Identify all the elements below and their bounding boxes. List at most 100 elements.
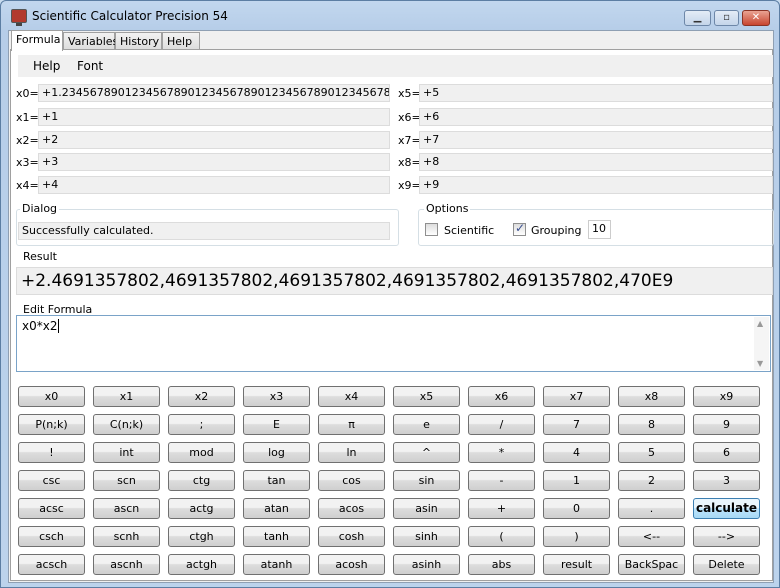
- key-csch-button[interactable]: csch: [18, 526, 85, 547]
- tab-history[interactable]: History: [115, 32, 162, 50]
- key-x4-button[interactable]: x4: [318, 386, 385, 407]
- variable-label-x7: x7=: [398, 134, 421, 147]
- key-4-button[interactable]: 4: [543, 442, 610, 463]
- dialog-message: Successfully calculated.: [18, 222, 390, 240]
- key-0-button[interactable]: 0: [543, 498, 610, 519]
- variable-input-x6[interactable]: +6: [419, 108, 773, 126]
- variable-input-x9[interactable]: +9: [419, 176, 773, 194]
- scientific-checkbox[interactable]: [425, 223, 438, 236]
- key-acsch-button[interactable]: acsch: [18, 554, 85, 575]
- key-x7-button[interactable]: x7: [543, 386, 610, 407]
- variable-input-x8[interactable]: +8: [419, 153, 773, 171]
- key-cosh-button[interactable]: cosh: [318, 526, 385, 547]
- key-acosh-button[interactable]: acosh: [318, 554, 385, 575]
- variable-input-x0[interactable]: +1.2345678901234567890123456789012345678…: [38, 84, 390, 102]
- key-6-button[interactable]: 6: [693, 442, 760, 463]
- key-tanh-button[interactable]: tanh: [243, 526, 310, 547]
- key-ctgh-button[interactable]: ctgh: [168, 526, 235, 547]
- key-9-button[interactable]: 9: [693, 414, 760, 435]
- key-x2-button[interactable]: x2: [168, 386, 235, 407]
- key-x0-button[interactable]: x0: [18, 386, 85, 407]
- variable-input-x4[interactable]: +4: [38, 176, 390, 194]
- key-sym2-6-button[interactable]: *: [468, 442, 535, 463]
- variable-input-x2[interactable]: +2: [38, 131, 390, 149]
- key-sym1-2-button[interactable]: ;: [168, 414, 235, 435]
- key-sym5-6-button[interactable]: (: [468, 526, 535, 547]
- key-e-button[interactable]: e: [393, 414, 460, 435]
- key-sym5-8-button[interactable]: <--: [618, 526, 685, 547]
- key-atan-button[interactable]: atan: [243, 498, 310, 519]
- tab-help[interactable]: Help: [162, 32, 200, 50]
- key-log-button[interactable]: log: [243, 442, 310, 463]
- key-asin-button[interactable]: asin: [393, 498, 460, 519]
- key-ctg-button[interactable]: ctg: [168, 470, 235, 491]
- grouping-checkbox[interactable]: [513, 221, 526, 236]
- key-cos-button[interactable]: cos: [318, 470, 385, 491]
- key-sym1-6-button[interactable]: /: [468, 414, 535, 435]
- scroll-down-icon[interactable]: ▼: [757, 359, 763, 368]
- key-acos-button[interactable]: acos: [318, 498, 385, 519]
- key-actg-button[interactable]: actg: [168, 498, 235, 519]
- key-sym2-0-button[interactable]: !: [18, 442, 85, 463]
- key-ascnh-button[interactable]: ascnh: [93, 554, 160, 575]
- key-Delete-button[interactable]: Delete: [693, 554, 760, 575]
- variable-input-x1[interactable]: +1: [38, 108, 390, 126]
- key-scn-button[interactable]: scn: [93, 470, 160, 491]
- formula-scrollbar[interactable]: ▲ ▼: [754, 317, 769, 370]
- key-mod-button[interactable]: mod: [168, 442, 235, 463]
- key-ascn-button[interactable]: ascn: [93, 498, 160, 519]
- key-BackSpac-button[interactable]: BackSpac: [618, 554, 685, 575]
- key-x5-button[interactable]: x5: [393, 386, 460, 407]
- variable-input-x5[interactable]: +5: [419, 84, 773, 102]
- key-ln-button[interactable]: ln: [318, 442, 385, 463]
- key-7-button[interactable]: 7: [543, 414, 610, 435]
- key-5-button[interactable]: 5: [618, 442, 685, 463]
- group-size-input[interactable]: 10: [588, 220, 611, 239]
- variable-label-x4: x4=: [16, 179, 39, 192]
- key-result-button[interactable]: result: [543, 554, 610, 575]
- key-sin-button[interactable]: sin: [393, 470, 460, 491]
- key-sym4-8-button[interactable]: .: [618, 498, 685, 519]
- key-sym1-4-button[interactable]: π: [318, 414, 385, 435]
- key-int-button[interactable]: int: [93, 442, 160, 463]
- key-x8-button[interactable]: x8: [618, 386, 685, 407]
- key-calculate-button[interactable]: calculate: [693, 498, 760, 519]
- key-8-button[interactable]: 8: [618, 414, 685, 435]
- key-E-button[interactable]: E: [243, 414, 310, 435]
- minimize-button[interactable]: ▁: [684, 10, 711, 26]
- grouping-label: Grouping: [531, 224, 582, 237]
- variable-input-x3[interactable]: +3: [38, 153, 390, 171]
- key-sym5-7-button[interactable]: ): [543, 526, 610, 547]
- maximize-button[interactable]: ▫: [714, 10, 739, 26]
- key-x6-button[interactable]: x6: [468, 386, 535, 407]
- key-tan-button[interactable]: tan: [243, 470, 310, 491]
- menu-font[interactable]: Font: [77, 59, 103, 73]
- key-sym2-5-button[interactable]: ^: [393, 442, 460, 463]
- key-acsc-button[interactable]: acsc: [18, 498, 85, 519]
- key-sym5-9-button[interactable]: -->: [693, 526, 760, 547]
- key-csc-button[interactable]: csc: [18, 470, 85, 491]
- close-button[interactable]: ✕: [742, 10, 770, 26]
- key-sym3-6-button[interactable]: -: [468, 470, 535, 491]
- key-Pnk-button[interactable]: P(n;k): [18, 414, 85, 435]
- key-atanh-button[interactable]: atanh: [243, 554, 310, 575]
- key-sinh-button[interactable]: sinh: [393, 526, 460, 547]
- menu-help[interactable]: Help: [33, 59, 60, 73]
- variable-input-x7[interactable]: +7: [419, 131, 773, 149]
- key-abs-button[interactable]: abs: [468, 554, 535, 575]
- key-actgh-button[interactable]: actgh: [168, 554, 235, 575]
- scroll-up-icon[interactable]: ▲: [757, 319, 763, 328]
- key-asinh-button[interactable]: asinh: [393, 554, 460, 575]
- key-x3-button[interactable]: x3: [243, 386, 310, 407]
- key-scnh-button[interactable]: scnh: [93, 526, 160, 547]
- key-sym4-6-button[interactable]: +: [468, 498, 535, 519]
- tab-variables[interactable]: Variables: [63, 32, 118, 50]
- formula-input[interactable]: x0*x2 ▲ ▼: [16, 315, 771, 372]
- key-x9-button[interactable]: x9: [693, 386, 760, 407]
- key-1-button[interactable]: 1: [543, 470, 610, 491]
- key-2-button[interactable]: 2: [618, 470, 685, 491]
- tab-formula[interactable]: Formula: [11, 30, 63, 51]
- key-x1-button[interactable]: x1: [93, 386, 160, 407]
- key-3-button[interactable]: 3: [693, 470, 760, 491]
- key-Cnk-button[interactable]: C(n;k): [93, 414, 160, 435]
